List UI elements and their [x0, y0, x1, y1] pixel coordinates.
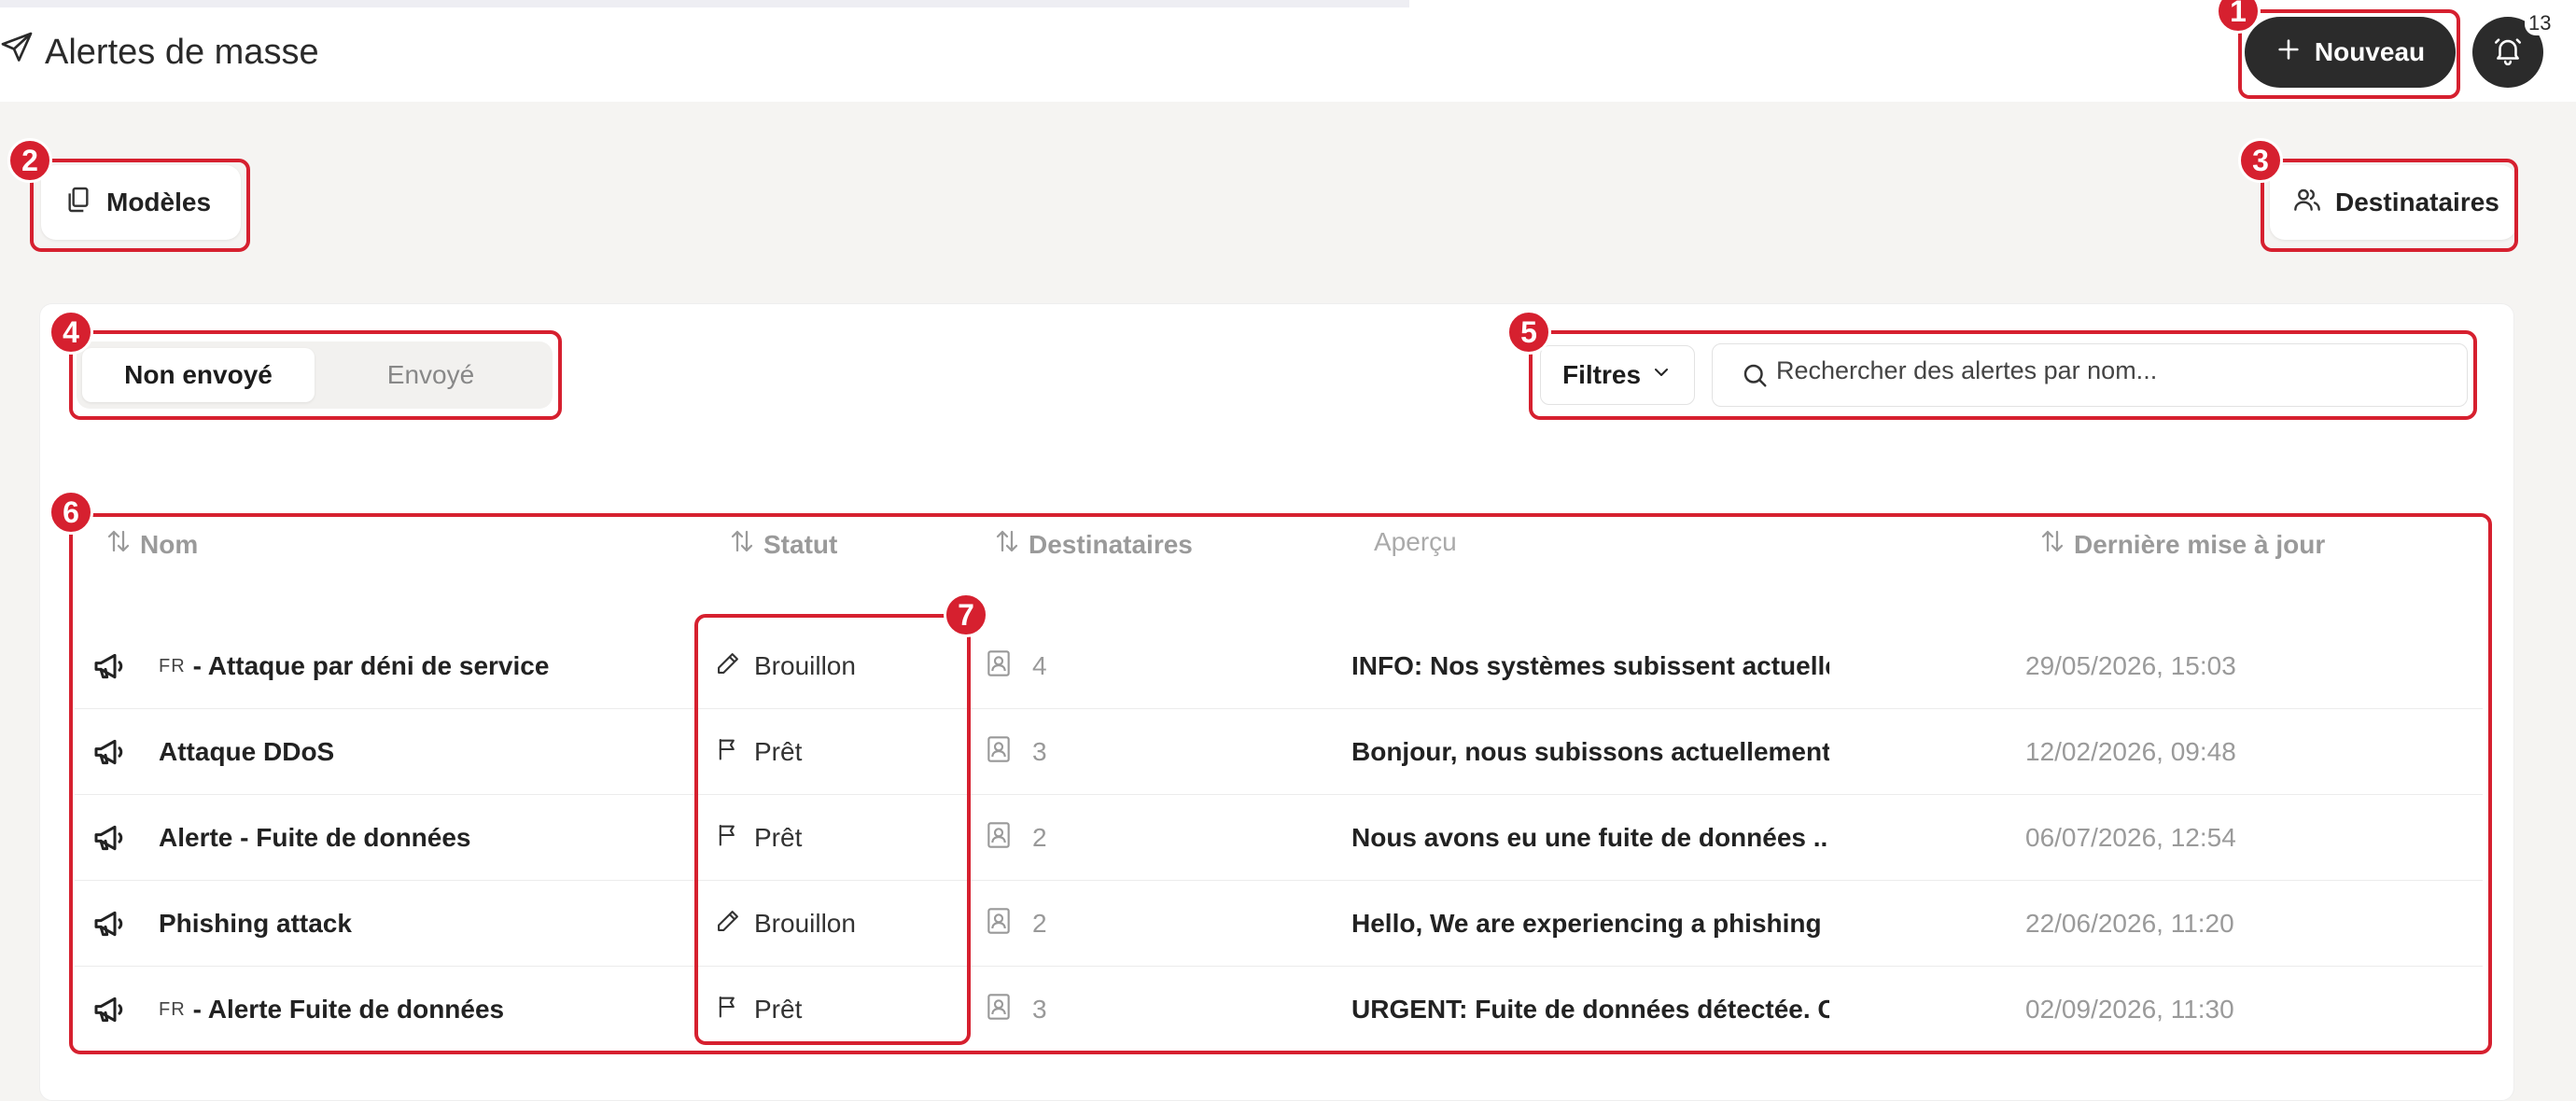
top-stripe	[0, 0, 1409, 7]
annotation-box-5	[1529, 330, 2477, 420]
annotation-box-2	[30, 159, 250, 252]
page-title-text: Alertes de masse	[45, 32, 319, 72]
annotation-badge-7: 7	[944, 592, 988, 637]
annotation-box-3	[2261, 159, 2518, 252]
annotation-box-4	[69, 330, 562, 420]
annotation-badge-4: 4	[49, 310, 93, 355]
notification-count-badge: 13	[2525, 11, 2555, 35]
annotation-badge-2: 2	[7, 138, 52, 183]
annotation-badge-6: 6	[49, 490, 93, 535]
annotation-box-7	[694, 614, 971, 1045]
page-title: Alertes de masse	[0, 28, 319, 77]
annotation-badge-3: 3	[2238, 138, 2283, 183]
annotation-box-1	[2238, 9, 2460, 99]
bell-icon	[2492, 35, 2524, 71]
send-icon	[0, 31, 34, 74]
top-bar	[0, 0, 2576, 102]
annotation-badge-5: 5	[1506, 310, 1551, 355]
annotation-box-6	[69, 513, 2492, 1054]
